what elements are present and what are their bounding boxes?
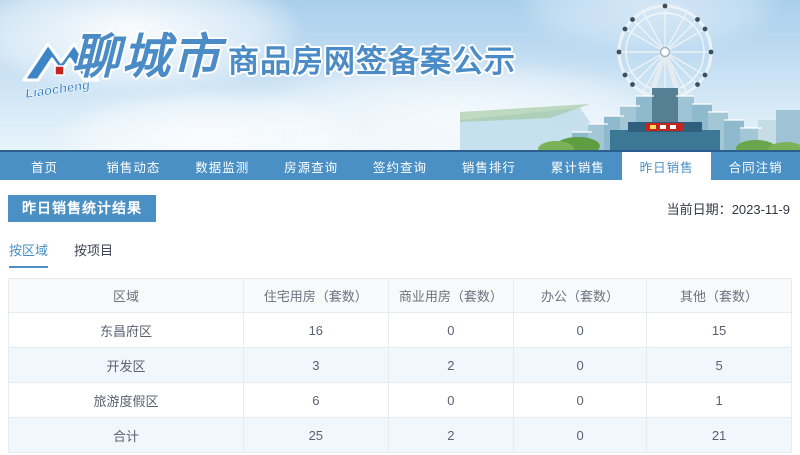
table-header-row: 区域 住宅用房（套数） 商业用房（套数） 办公（套数） 其他（套数） [8, 278, 792, 313]
cell-residential: 16 [242, 312, 389, 348]
nav-item-home[interactable]: 首页 [0, 152, 89, 180]
column-header-residential: 住宅用房（套数） [242, 278, 389, 313]
table-row: 开发区 3 2 0 5 [8, 347, 792, 383]
nav-item-yesterday-sales[interactable]: 昨日销售 [622, 152, 712, 180]
cell-office: 0 [512, 347, 648, 383]
table-row: 东昌府区 16 0 0 15 [8, 312, 792, 348]
cell-office: 0 [512, 382, 648, 418]
nav-item-sales-ranking[interactable]: 销售排行 [444, 152, 533, 180]
cell-commercial: 0 [387, 382, 515, 418]
cell-office: 0 [512, 312, 648, 348]
table-row-total: 合计 25 2 0 21 [8, 417, 792, 453]
column-header-commercial: 商业用房（套数） [387, 278, 515, 313]
nav-item-data-monitoring[interactable]: 数据监测 [178, 152, 267, 180]
cell-region: 旅游度假区 [8, 382, 244, 418]
main-content: 昨日销售统计结果 当前日期：2023-11-9 按区域 按项目 区域 住宅用房（… [0, 195, 800, 453]
cell-region: 东昌府区 [8, 312, 244, 348]
page-title: 昨日销售统计结果 [8, 195, 156, 222]
banner-title-city: 聊城市 [72, 31, 223, 84]
cell-residential: 6 [242, 382, 389, 418]
tab-by-project[interactable]: 按项目 [74, 240, 113, 268]
banner-title: 聊城市 商品房网签备案公示 [72, 34, 516, 82]
cell-residential: 3 [242, 347, 389, 383]
banner-title-text: 商品房网签备案公示 [228, 44, 517, 79]
cell-other: 15 [646, 312, 792, 348]
nav-item-listing-query[interactable]: 房源查询 [267, 152, 356, 180]
cell-residential: 25 [242, 417, 389, 453]
cell-commercial: 0 [387, 312, 515, 348]
cell-commercial: 2 [387, 417, 515, 453]
nav-item-contract-query[interactable]: 签约查询 [356, 152, 445, 180]
cell-region: 开发区 [8, 347, 244, 383]
view-tabs: 按区域 按项目 [8, 240, 792, 268]
nav-item-cumulative-sales[interactable]: 累计销售 [533, 152, 622, 180]
current-date-label: 当前日期： [666, 202, 732, 217]
cell-other: 5 [646, 347, 792, 383]
column-header-other: 其他（套数） [646, 278, 792, 313]
cell-office: 0 [512, 417, 648, 453]
cell-commercial: 2 [387, 347, 515, 383]
column-header-region: 区域 [8, 278, 244, 313]
current-date-value: 2023-11-9 [731, 202, 790, 217]
current-date: 当前日期：2023-11-9 [667, 199, 792, 218]
nav-item-sales-dynamics[interactable]: 销售动态 [89, 152, 178, 180]
table-row: 旅游度假区 6 0 0 1 [8, 382, 792, 418]
logo-red-square-icon [54, 65, 65, 76]
column-header-office: 办公（套数） [512, 278, 648, 313]
tab-by-region[interactable]: 按区域 [9, 240, 49, 268]
cell-other: 21 [646, 417, 792, 453]
main-nav: 首页 销售动态 数据监测 房源查询 签约查询 销售排行 累计销售 昨日销售 合同… [0, 150, 800, 180]
nav-item-contract-cancellation[interactable]: 合同注销 [711, 152, 800, 180]
cell-region: 合计 [8, 417, 244, 453]
sales-statistics-table: 区域 住宅用房（套数） 商业用房（套数） 办公（套数） 其他（套数） 东昌府区 … [8, 278, 792, 453]
cell-other: 1 [646, 382, 792, 418]
banner: Liaocheng 聊城市 商品房网签备案公示 [0, 0, 800, 150]
